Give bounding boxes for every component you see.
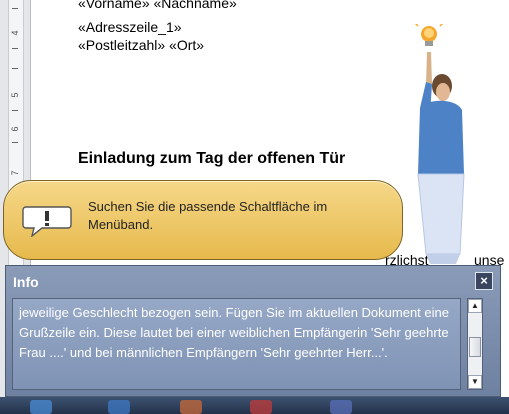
callout-text: Suchen Sie die passende Schaltfläche im …: [88, 199, 328, 232]
taskbar-app-icon[interactable]: [30, 400, 52, 414]
ruler-number: 7: [10, 170, 20, 176]
scroll-up-button[interactable]: ▲: [468, 299, 482, 313]
taskbar-app-icon[interactable]: [108, 400, 130, 414]
ruler-tick: [12, 142, 18, 143]
close-button[interactable]: ×: [475, 272, 493, 290]
hint-callout: Suchen Sie die passende Schaltfläche im …: [3, 180, 403, 260]
doc-line-postal: «Postleitzahl» «Ort»: [78, 37, 205, 53]
ruler-number: 4: [10, 30, 20, 36]
taskbar-app-icon[interactable]: [250, 400, 272, 414]
ruler-tick: [12, 68, 18, 69]
panel-title: Info: [13, 274, 39, 290]
ruler-number: 5: [10, 92, 20, 98]
speech-exclamation-icon: [22, 206, 72, 237]
taskbar: [0, 397, 509, 414]
scrollbar[interactable]: ▲ ▼: [467, 298, 483, 390]
info-panel: Info × jeweilige Geschlecht bezogen sein…: [5, 265, 501, 397]
scrollbar-thumb[interactable]: [469, 337, 481, 358]
scroll-down-button[interactable]: ▼: [468, 375, 482, 389]
info-text: jeweilige Geschlecht bezogen sein. Fügen…: [12, 298, 461, 390]
assistant-figure[interactable]: [398, 24, 468, 264]
doc-line-name: «Vorname» «Nachname»: [78, 0, 237, 11]
taskbar-app-icon[interactable]: [180, 400, 202, 414]
doc-line-address: «Adresszeile_1»: [78, 19, 182, 35]
taskbar-app-icon[interactable]: [330, 400, 352, 414]
doc-heading: Einladung zum Tag der offenen Tür: [78, 150, 346, 167]
ruler-tick: [12, 110, 18, 111]
ruler-number: 6: [10, 126, 20, 132]
ruler-tick: [12, 8, 18, 9]
lightbulb-icon: [414, 24, 444, 46]
ruler-tick: [12, 48, 18, 49]
